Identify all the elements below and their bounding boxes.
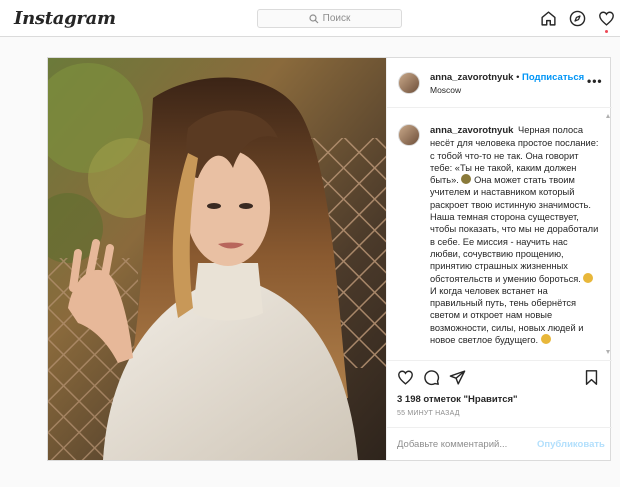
- explore-icon[interactable]: [569, 10, 586, 27]
- caption-part-2: Она может стать твоим учителем и наставн…: [430, 175, 599, 284]
- username-link[interactable]: anna_zavorotnyuk: [430, 72, 513, 83]
- emoji-icon: [583, 272, 594, 283]
- follow-button[interactable]: Подписаться: [522, 72, 584, 83]
- activity-heart-icon[interactable]: [598, 10, 615, 27]
- publish-button[interactable]: Опубликовать: [537, 439, 605, 450]
- post-photo[interactable]: [48, 58, 386, 460]
- likes-count[interactable]: 3 198 отметок "Нравится": [397, 394, 518, 405]
- post-photo-image: [48, 58, 386, 460]
- post-author-line: anna_zavorotnyuk • Подписаться: [430, 72, 584, 83]
- like-heart-icon[interactable]: [397, 369, 414, 386]
- location-link[interactable]: Moscow: [430, 85, 461, 95]
- search-placeholder: Поиск: [322, 13, 351, 24]
- caption-text: anna_zavorotnyuk Черная полоса несёт для…: [430, 124, 600, 346]
- comment-input[interactable]: [397, 439, 527, 450]
- notification-dot: [605, 30, 608, 33]
- comment-icon[interactable]: [423, 369, 440, 386]
- comment-row: Опубликовать: [387, 427, 612, 461]
- caption-part-3: И когда человек встанет на правильный пу…: [430, 285, 584, 346]
- top-nav-bar: Instagram Поиск: [0, 0, 620, 37]
- emoji-icon: [540, 334, 551, 345]
- caption-username[interactable]: anna_zavorotnyuk: [430, 125, 513, 136]
- home-icon[interactable]: [540, 10, 557, 27]
- avatar[interactable]: [398, 72, 420, 94]
- share-icon[interactable]: [449, 369, 466, 386]
- post-timestamp: 55 МИНУТ НАЗАД: [397, 410, 460, 417]
- post-card: anna_zavorotnyuk • Подписаться Moscow ••…: [47, 57, 612, 461]
- search-icon: [309, 13, 319, 23]
- search-box[interactable]: Поиск: [257, 9, 402, 28]
- post-header: anna_zavorotnyuk • Подписаться Moscow ••…: [387, 58, 612, 108]
- save-bookmark-icon[interactable]: [583, 369, 600, 386]
- instagram-logo[interactable]: Instagram: [14, 8, 116, 29]
- post-sidebar: anna_zavorotnyuk • Подписаться Moscow ••…: [386, 58, 612, 460]
- post-actions: 3 198 отметок "Нравится" 55 МИНУТ НАЗАД …: [387, 360, 612, 460]
- caption-area: anna_zavorotnyuk Черная полоса несёт для…: [387, 108, 612, 360]
- more-options-icon[interactable]: •••: [587, 74, 603, 88]
- caption-scrollbar[interactable]: [606, 114, 610, 354]
- emoji-icon: [461, 174, 472, 185]
- separator-dot: •: [516, 72, 520, 83]
- caption-avatar[interactable]: [398, 124, 420, 146]
